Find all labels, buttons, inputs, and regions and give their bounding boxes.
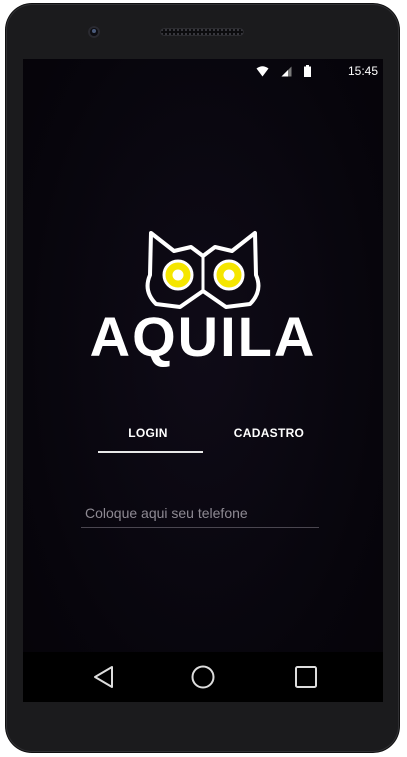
- phone-input[interactable]: [81, 498, 319, 528]
- back-icon[interactable]: [91, 664, 117, 690]
- status-bar: 15:45: [23, 59, 383, 83]
- cellular-signal-icon: [281, 66, 292, 76]
- wifi-icon: [256, 65, 269, 76]
- tab-login[interactable]: LOGIN: [93, 414, 203, 452]
- device-frame: 15:45 AQUILA LOGIN CADASTRO: [6, 4, 399, 752]
- battery-icon: [304, 65, 311, 77]
- status-icons: [256, 65, 311, 77]
- active-tab-indicator: [98, 451, 203, 453]
- home-icon[interactable]: [190, 664, 216, 690]
- app-screen: 15:45 AQUILA LOGIN CADASTRO: [23, 59, 383, 702]
- navigation-bar: [23, 652, 383, 702]
- status-time: 15:45: [347, 64, 378, 78]
- front-camera: [88, 26, 100, 38]
- brand-name: AQUILA: [89, 305, 317, 368]
- tab-cadastro[interactable]: CADASTRO: [213, 414, 325, 452]
- earpiece-speaker: [160, 28, 244, 36]
- recents-icon[interactable]: [293, 664, 319, 690]
- auth-tabs: LOGIN CADASTRO: [93, 414, 333, 454]
